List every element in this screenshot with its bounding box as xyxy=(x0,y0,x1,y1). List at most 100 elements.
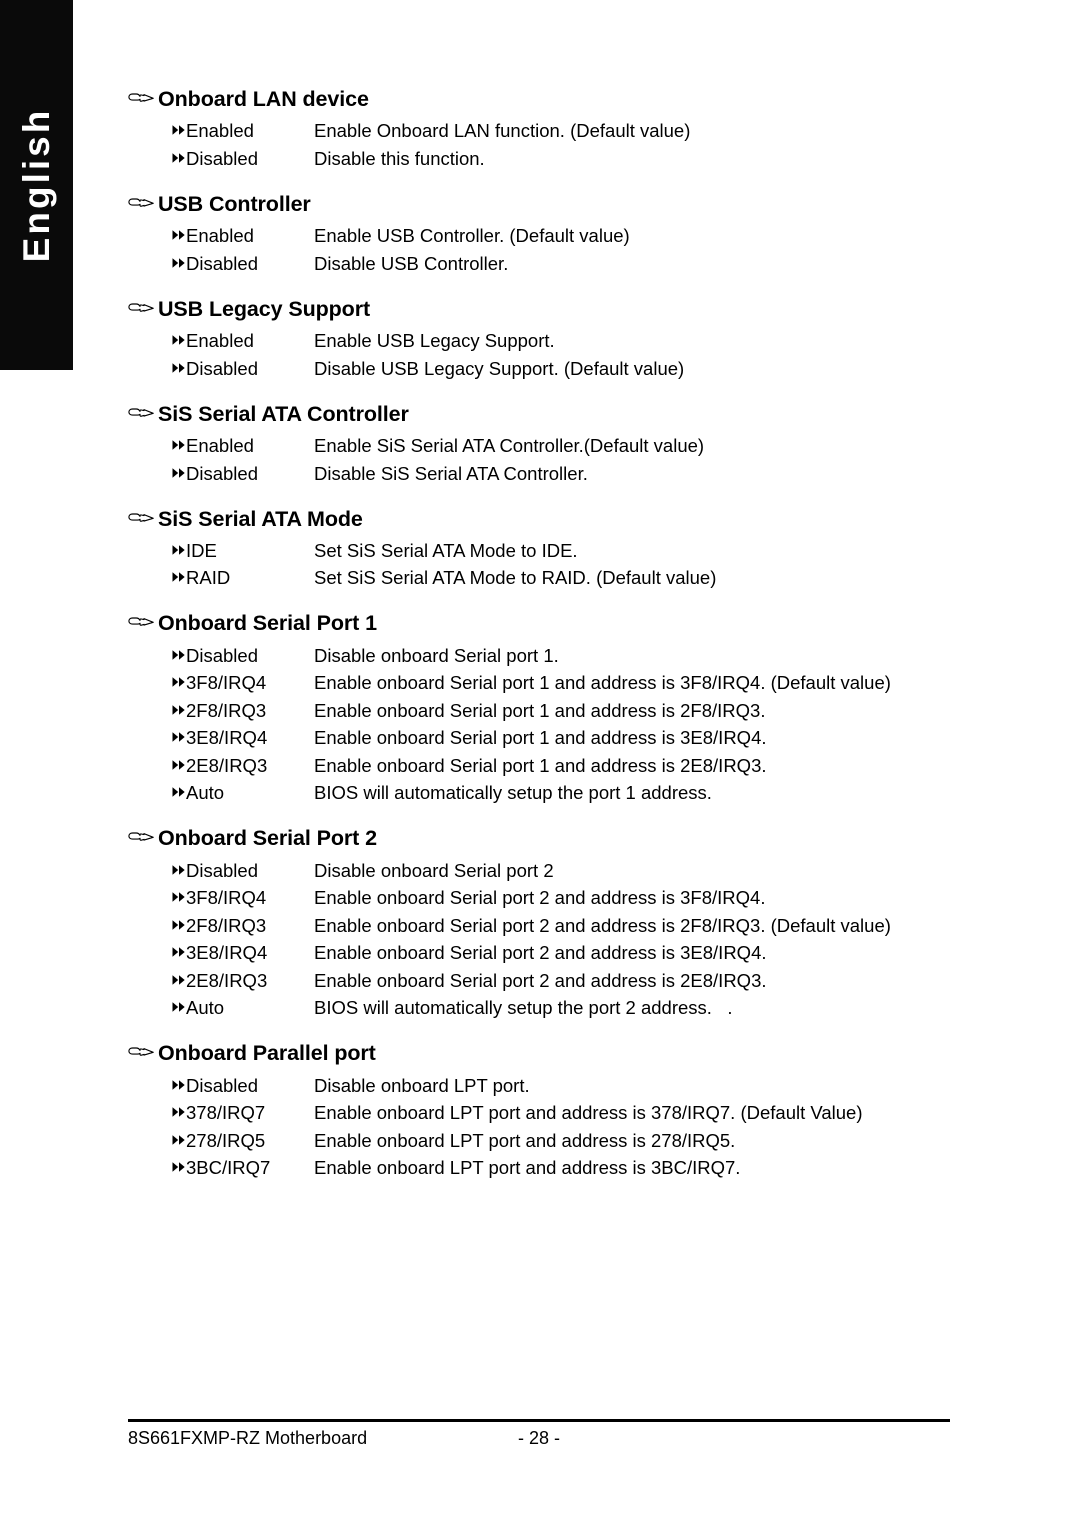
option-label: 2F8/IRQ3 xyxy=(186,699,267,721)
double-triangle-right-icon xyxy=(172,864,186,876)
option-label: Enabled xyxy=(186,330,254,352)
option-row: Disabled Disable USB Legacy Support. (Def… xyxy=(128,355,1008,383)
option-description: Enable onboard Serial port 2 and address… xyxy=(314,969,767,991)
pointing-hand-icon xyxy=(128,614,158,628)
option-row: Disabled Disable this function. xyxy=(128,145,1008,173)
double-triangle-right-icon xyxy=(172,124,186,136)
option-row: Disabled Disable SiS Serial ATA Controlle… xyxy=(128,460,1008,488)
option-label: Disabled xyxy=(186,357,258,379)
option-label: Auto xyxy=(186,782,225,804)
option-description: BIOS will automatically setup the port 1… xyxy=(314,782,712,804)
option-row: 2E8/IRQ3 Enable onboard Serial port 2 and… xyxy=(128,967,1008,995)
pointing-hand-icon xyxy=(128,510,158,524)
option-row: Disabled Disable onboard Serial port 1. xyxy=(128,642,1008,670)
option-label: 2F8/IRQ3 xyxy=(186,914,267,936)
section-title: Onboard Serial Port 1 xyxy=(158,611,377,636)
option-description: BIOS will automatically setup the port 2… xyxy=(314,997,733,1019)
option-row: Enabled Enable Onboard LAN function. (Def… xyxy=(128,118,1008,146)
option-label: 3BC/IRQ7 xyxy=(186,1157,271,1178)
option-description: Enable onboard Serial port 1 and address… xyxy=(314,754,767,776)
footer-page-number: - 28 - xyxy=(518,1428,561,1448)
pointing-hand-icon xyxy=(128,1044,158,1058)
pointing-hand-icon xyxy=(128,195,158,209)
page-footer: 8S661FXMP-RZ Motherboard - 28 - xyxy=(128,1428,950,1454)
option-row: 2F8/IRQ3 Enable onboard Serial port 1 and… xyxy=(128,697,1008,725)
section-header: USB Controller xyxy=(128,191,1008,218)
section-title: USB Controller xyxy=(158,191,311,216)
option-description: Enable onboard Serial port 2 and address… xyxy=(314,942,767,964)
bios-setting-section: USB Controller Enabled Enable USB Controll… xyxy=(128,191,1008,278)
option-description: Enable onboard Serial port 1 and address… xyxy=(314,699,766,721)
option-label: Disabled xyxy=(186,1074,258,1096)
section-header: Onboard Serial Port 2 xyxy=(128,825,1008,852)
double-triangle-right-icon xyxy=(172,946,186,958)
option-row: 3F8/IRQ4 Enable onboard Serial port 1 and… xyxy=(128,670,1008,698)
pointing-hand-icon xyxy=(128,300,158,314)
option-description: Disable onboard Serial port 1. xyxy=(314,644,559,666)
option-row: RAID Set SiS Serial ATA Mode to RAID. (De… xyxy=(128,565,1008,593)
double-triangle-right-icon xyxy=(172,257,186,269)
option-row: IDE Set SiS Serial ATA Mode to IDE. xyxy=(128,537,1008,565)
pointing-hand-icon xyxy=(128,405,158,419)
double-triangle-right-icon xyxy=(172,1079,186,1091)
bios-options-content: Onboard LAN device Enabled Enable Onboard … xyxy=(128,86,1008,1188)
option-label: Auto xyxy=(186,997,225,1019)
option-label: 3E8/IRQ4 xyxy=(186,727,268,749)
double-triangle-right-icon xyxy=(172,571,186,583)
option-label: 3E8/IRQ4 xyxy=(186,942,268,964)
option-description: Enable USB Controller. (Default value) xyxy=(314,225,630,247)
pointing-hand-icon xyxy=(128,829,158,843)
option-label: Enabled xyxy=(186,225,254,247)
option-description: Disable onboard Serial port 2 xyxy=(314,859,554,881)
option-row: Enabled Enable SiS Serial ATA Controller.… xyxy=(128,433,1008,461)
option-row: Disabled Disable onboard Serial port 2 xyxy=(128,857,1008,885)
double-triangle-right-icon xyxy=(172,152,186,164)
option-description: Set SiS Serial ATA Mode to RAID. (Defaul… xyxy=(314,567,717,589)
option-label: Disabled xyxy=(186,859,258,881)
section-title: SiS Serial ATA Controller xyxy=(158,401,409,426)
option-label: Disabled xyxy=(186,644,258,666)
option-description: Enable Onboard LAN function. (Default va… xyxy=(314,120,691,142)
double-triangle-right-icon xyxy=(172,334,186,346)
option-label: 2E8/IRQ3 xyxy=(186,969,268,991)
section-title: Onboard Parallel port xyxy=(158,1041,376,1066)
double-triangle-right-icon xyxy=(172,229,186,241)
double-triangle-right-icon xyxy=(172,974,186,986)
section-title: USB Legacy Support xyxy=(158,296,371,321)
option-description: Enable onboard Serial port 2 and address… xyxy=(314,914,891,936)
option-description: Disable this function. xyxy=(314,147,485,169)
option-row: Auto BIOS will automatically setup the po… xyxy=(128,780,1008,808)
option-row: 3BC/IRQ7 Enable onboard LPT port and addr… xyxy=(128,1155,1008,1183)
section-header: Onboard Parallel port xyxy=(128,1040,1008,1067)
option-row: 2E8/IRQ3 Enable onboard Serial port 1 and… xyxy=(128,752,1008,780)
option-description: Disable USB Legacy Support. (Default val… xyxy=(314,357,685,379)
double-triangle-right-icon xyxy=(172,1134,186,1146)
option-description: Enable onboard Serial port 2 and address… xyxy=(314,887,766,909)
language-tab-label: English xyxy=(15,107,57,263)
option-label: 3F8/IRQ4 xyxy=(186,672,267,694)
option-label: IDE xyxy=(186,539,217,561)
option-label: Disabled xyxy=(186,252,258,274)
option-row: Auto BIOS will automatically setup the po… xyxy=(128,995,1008,1023)
option-row: Disabled Disable USB Controller. xyxy=(128,250,1008,278)
section-header: Onboard LAN device xyxy=(128,86,1008,113)
bios-setting-section: SiS Serial ATA Controller Enabled Enable S… xyxy=(128,401,1008,488)
double-triangle-right-icon xyxy=(172,919,186,931)
bios-setting-section: Onboard LAN device Enabled Enable Onboard … xyxy=(128,86,1008,173)
option-label: 2E8/IRQ3 xyxy=(186,754,268,776)
double-triangle-right-icon xyxy=(172,891,186,903)
option-row: Disabled Disable onboard LPT port. xyxy=(128,1072,1008,1100)
option-label: Disabled xyxy=(186,462,258,484)
option-row: 3E8/IRQ4 Enable onboard Serial port 1 and… xyxy=(128,725,1008,753)
option-row: Enabled Enable USB Controller. (Default v… xyxy=(128,223,1008,251)
pointing-hand-icon xyxy=(128,90,158,104)
option-label: Enabled xyxy=(186,435,254,456)
option-row: 3E8/IRQ4 Enable onboard Serial port 2 and… xyxy=(128,940,1008,968)
section-header: Onboard Serial Port 1 xyxy=(128,610,1008,637)
option-label: Disabled xyxy=(186,147,258,169)
double-triangle-right-icon xyxy=(172,704,186,716)
option-row: 2F8/IRQ3 Enable onboard Serial port 2 and… xyxy=(128,912,1008,940)
section-header: SiS Serial ATA Controller xyxy=(128,401,1008,428)
bios-setting-section: USB Legacy Support Enabled Enable USB Lega… xyxy=(128,296,1008,383)
option-description: Disable SiS Serial ATA Controller. xyxy=(314,462,588,484)
